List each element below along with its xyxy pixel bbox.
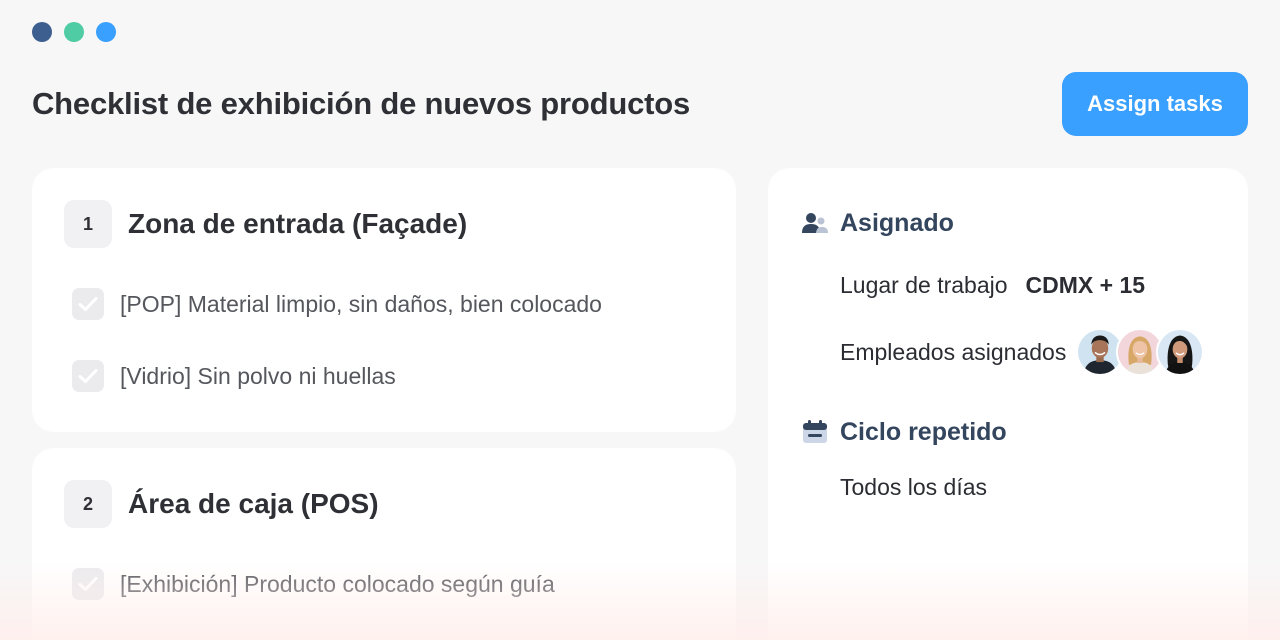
checkbox[interactable]: [72, 360, 104, 392]
check-icon: [78, 577, 98, 591]
calendar-icon: [800, 417, 830, 447]
workplace-value[interactable]: CDMX + 15: [1026, 272, 1146, 299]
checklist-item-label: [Vidrio] Sin polvo ni huellas: [120, 362, 396, 389]
cycle-title: Ciclo repetido: [840, 417, 1007, 446]
assignment-panel: Asignado Lugar de trabajo CDMX + 15 Empl…: [768, 168, 1248, 640]
checklist-item[interactable]: [Exhibición] Producto colocado según guí…: [72, 568, 555, 600]
employees-row: Empleados asignados: [840, 328, 1205, 376]
page-title: Checklist de exhibición de nuevos produc…: [32, 86, 691, 121]
users-icon: [800, 208, 830, 238]
window-dot-green: [64, 22, 84, 42]
workplace-row: Lugar de trabajo CDMX + 15: [840, 272, 1145, 299]
window-dot-blue: [96, 22, 116, 42]
section-title: Zona de entrada (Façade): [128, 208, 468, 239]
section-header: 2 Área de caja (POS): [64, 480, 379, 528]
cycle-row: Todos los días: [840, 474, 987, 501]
section-number-badge: 2: [64, 480, 112, 528]
employees-label: Empleados asignados: [840, 338, 1067, 365]
section-title: Área de caja (POS): [128, 488, 379, 519]
cycle-value[interactable]: Todos los días: [840, 474, 987, 501]
checklist-item-label: [Exhibición] Producto colocado según guí…: [120, 570, 555, 597]
check-icon: [78, 369, 98, 383]
assigned-header: Asignado: [800, 208, 954, 238]
avatar-group[interactable]: [1076, 328, 1205, 376]
section-card-entrance: 1 Zona de entrada (Façade) [POP] Materia…: [32, 168, 736, 432]
checklist-item[interactable]: [Vidrio] Sin polvo ni huellas: [72, 360, 396, 392]
section-header: 1 Zona de entrada (Façade): [64, 200, 467, 248]
assign-tasks-button[interactable]: Assign tasks: [1062, 72, 1248, 136]
section-number-badge: 1: [64, 200, 112, 248]
checklist-item-label: [POP] Material limpio, sin daños, bien c…: [120, 290, 602, 317]
avatar: [1156, 328, 1205, 376]
checkbox[interactable]: [72, 568, 104, 600]
checklist-item[interactable]: [POP] Material limpio, sin daños, bien c…: [72, 288, 602, 320]
assigned-title: Asignado: [840, 208, 954, 237]
window-controls: [32, 22, 116, 42]
cycle-header: Ciclo repetido: [800, 417, 1007, 447]
check-icon: [78, 297, 98, 311]
workplace-label: Lugar de trabajo: [840, 272, 1008, 298]
section-card-pos: 2 Área de caja (POS) [Exhibición] Produc…: [32, 448, 736, 640]
checkbox[interactable]: [72, 288, 104, 320]
window-dot-dark: [32, 22, 52, 42]
